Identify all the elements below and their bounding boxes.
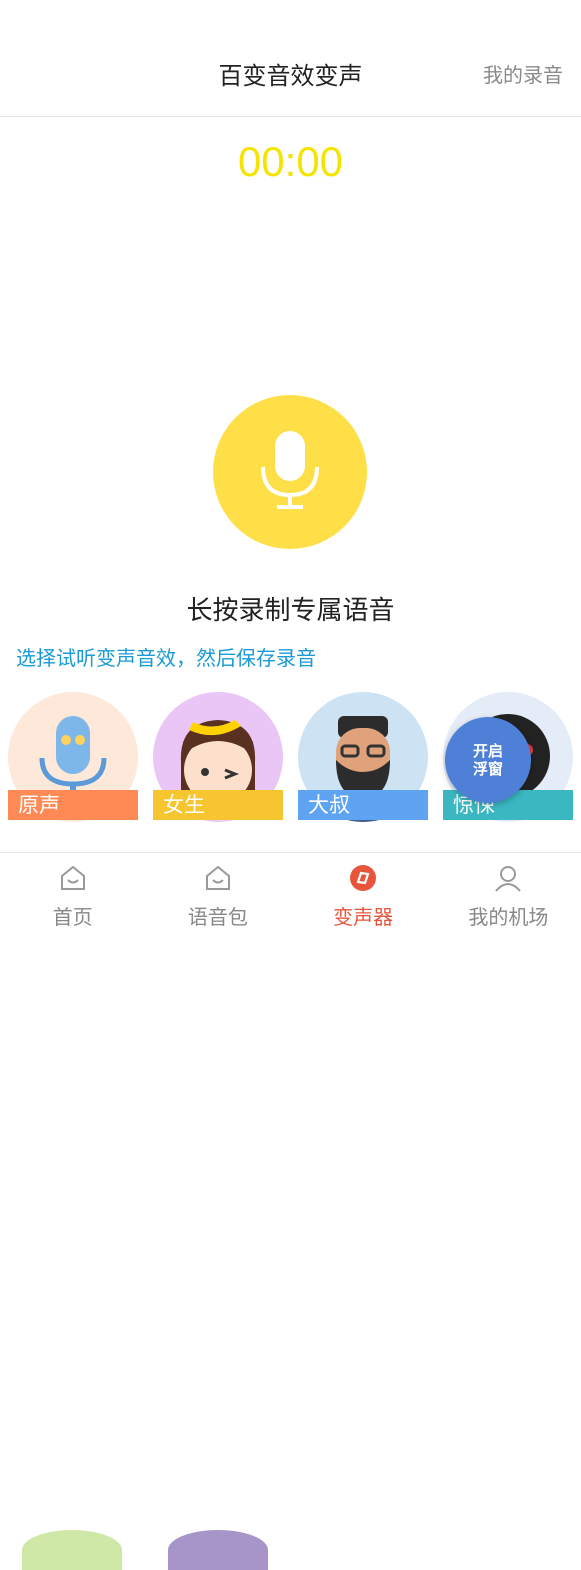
float-line-1: 开启	[472, 742, 503, 760]
effects-instruction: 选择试听变声音效，然后保存录音	[16, 646, 316, 670]
voice-pack-icon	[205, 865, 230, 890]
effect-label: 女生	[153, 790, 283, 820]
effect-label: 大叔	[298, 790, 428, 820]
float-line-2: 浮窗	[472, 760, 503, 778]
effect-label: 原声	[8, 790, 138, 820]
microphone-icon	[261, 431, 319, 509]
tab-label: 我的机场	[468, 905, 549, 929]
tab-voice-pack[interactable]: 语音包	[145, 853, 290, 931]
open-floating-window-button[interactable]: 开启 浮窗	[445, 717, 531, 803]
tab-label: 语音包	[187, 905, 248, 929]
app-header: 百变音效变声 我的录音	[0, 0, 581, 117]
tab-label: 变声器	[333, 905, 394, 929]
recording-timer: 00:00	[237, 138, 344, 185]
record-hint: 长按录制专属语音	[186, 596, 395, 626]
tab-my-airport[interactable]: 我的机场	[436, 853, 581, 931]
bottom-tab-bar: 首页 语音包 变声器 我的机场	[0, 852, 581, 931]
tab-label: 首页	[52, 905, 93, 929]
voice-changer-icon	[350, 865, 377, 891]
effect-row2-avatar[interactable]	[168, 1530, 268, 1570]
home-icon	[60, 865, 85, 890]
profile-icon	[495, 866, 522, 892]
effect-female[interactable]: 女生	[153, 692, 283, 822]
effect-row2-avatar[interactable]	[22, 1530, 122, 1570]
tab-home[interactable]: 首页	[0, 853, 145, 931]
effect-uncle[interactable]: 大叔	[298, 692, 428, 822]
effect-original[interactable]: 原声	[8, 692, 138, 822]
my-recordings-link[interactable]: 我的录音	[483, 59, 563, 88]
tab-voice-changer[interactable]: 变声器	[291, 853, 436, 931]
record-button[interactable]	[213, 395, 367, 549]
